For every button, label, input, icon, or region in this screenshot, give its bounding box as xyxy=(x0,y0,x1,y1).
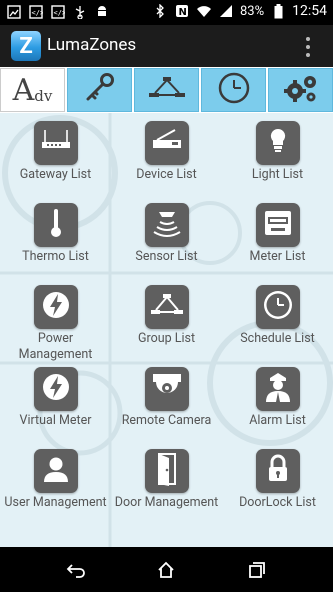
android-icon xyxy=(94,4,110,20)
battery-percent: 83% xyxy=(239,3,265,19)
tab-schedules[interactable] xyxy=(201,68,266,112)
group-list-button[interactable]: Group List xyxy=(111,285,222,347)
schedule-clock-icon xyxy=(261,288,295,326)
gateway-list-button[interactable]: Gateway List xyxy=(0,121,111,183)
sensor-list-button[interactable]: Sensor List xyxy=(111,203,222,265)
sensor-list-label: Sensor List xyxy=(135,249,198,264)
camera-icon xyxy=(150,371,184,407)
image-notification-icon xyxy=(6,4,22,20)
overflow-menu-icon[interactable] xyxy=(306,37,311,57)
door-management-label: Door Management xyxy=(114,495,219,510)
group-list-icon xyxy=(149,290,185,324)
power-management-label: Power Management xyxy=(18,331,93,362)
app-title: LumaZones xyxy=(47,35,137,55)
light-bulb-icon xyxy=(266,125,290,161)
thermo-list-label: Thermo List xyxy=(22,249,89,264)
alarm-list-button[interactable]: Alarm List xyxy=(222,367,333,429)
back-icon[interactable] xyxy=(64,559,88,581)
main-content: Gateway List Device List Light List Ther… xyxy=(0,113,333,547)
home-icon[interactable] xyxy=(154,559,178,581)
thermo-list-button[interactable]: Thermo List xyxy=(0,203,111,265)
tab-bar: Adv xyxy=(0,67,333,113)
power-management-button[interactable]: Power Management xyxy=(0,285,111,363)
doorlock-list-label: DoorLock List xyxy=(239,495,316,510)
schedule-list-label: Schedule List xyxy=(240,331,315,346)
user-icon xyxy=(40,453,72,489)
guard-icon xyxy=(262,370,294,408)
schedule-list-button[interactable]: Schedule List xyxy=(222,285,333,347)
recent-apps-icon[interactable] xyxy=(245,559,269,581)
app-bar: Z LumaZones xyxy=(0,25,333,67)
group-icon xyxy=(147,73,187,107)
gears-icon xyxy=(281,71,321,109)
power-icon xyxy=(40,289,72,325)
virtual-meter-button[interactable]: Virtual Meter xyxy=(0,367,111,429)
gateway-list-label: Gateway List xyxy=(19,167,92,182)
thermometer-icon xyxy=(46,206,66,244)
device-list-button[interactable]: Device List xyxy=(111,121,222,183)
bluetooth-icon xyxy=(152,3,168,19)
app-logo: Z xyxy=(11,31,41,61)
navigation-bar xyxy=(0,547,333,592)
tab-advanced-label-small: dv xyxy=(34,87,53,105)
key-icon xyxy=(83,71,117,109)
usb-icon xyxy=(72,4,88,20)
door-management-button[interactable]: Door Management xyxy=(111,449,222,511)
clock-icon xyxy=(217,71,251,109)
code-notification-icon-2: </> xyxy=(50,4,66,20)
svg-text:</>: </> xyxy=(32,9,44,17)
signal-icon xyxy=(218,3,234,19)
code-notification-icon: </> xyxy=(28,4,44,20)
gateway-icon xyxy=(39,126,73,160)
nfc-icon: N xyxy=(174,3,190,19)
user-management-label: User Management xyxy=(4,495,107,510)
sensor-icon xyxy=(150,208,184,242)
door-icon xyxy=(153,452,181,490)
remote-camera-button[interactable]: Remote Camera xyxy=(111,367,222,429)
user-management-button[interactable]: User Management xyxy=(0,449,111,511)
virtual-meter-label: Virtual Meter xyxy=(19,413,92,428)
alarm-list-label: Alarm List xyxy=(249,413,306,428)
light-list-button[interactable]: Light List xyxy=(222,121,333,183)
wifi-icon xyxy=(196,3,212,19)
group-list-label: Group List xyxy=(137,331,196,346)
tab-keys[interactable] xyxy=(67,68,132,112)
device-list-label: Device List xyxy=(136,167,197,182)
meter-icon xyxy=(261,208,295,242)
device-icon xyxy=(150,126,184,160)
meter-list-button[interactable]: Meter List xyxy=(222,203,333,265)
meter-list-label: Meter List xyxy=(249,249,306,264)
battery-icon xyxy=(270,3,286,19)
doorlock-list-button[interactable]: DoorLock List xyxy=(222,449,333,511)
tab-groups[interactable] xyxy=(134,68,199,112)
tab-settings[interactable] xyxy=(268,68,333,112)
status-bar: </> </> N 83% 12:54 xyxy=(0,0,333,25)
lock-icon xyxy=(264,453,292,489)
tab-advanced[interactable]: Adv xyxy=(0,68,65,112)
svg-text:N: N xyxy=(178,7,186,18)
remote-camera-label: Remote Camera xyxy=(121,413,212,428)
svg-text:</>: </> xyxy=(54,9,66,17)
light-list-label: Light List xyxy=(251,167,304,182)
tab-advanced-label-big: A xyxy=(12,72,35,108)
virtual-meter-power-icon xyxy=(40,371,72,407)
clock-time: 12:54 xyxy=(292,3,327,19)
